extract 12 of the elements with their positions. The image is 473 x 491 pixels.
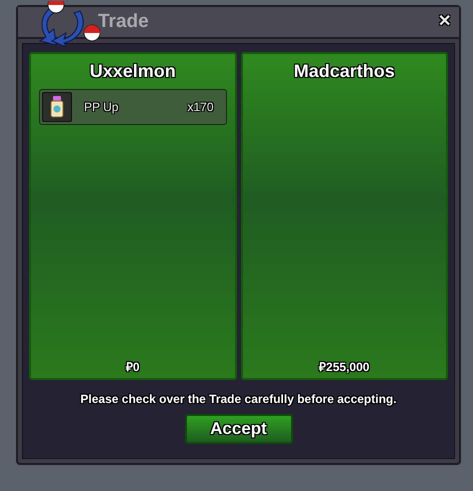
item-row[interactable]: PP Up x170 [39,89,226,125]
accept-button[interactable]: Accept [184,414,292,444]
notice-text: Please check over the Trade carefully before accepting. [79,391,398,408]
close-button[interactable]: ✕ [438,10,451,34]
window-title: Trade [98,10,150,34]
money-amount: ₽0 [124,359,141,376]
item-name: PP Up [84,99,120,116]
trader-name: Madcarthos [292,60,396,83]
item-quantity: x170 [187,99,214,116]
potion-bottle-icon [50,96,64,118]
trader-name: Uxxelmon [88,60,177,83]
money-amount: ₽255,000 [318,359,370,376]
